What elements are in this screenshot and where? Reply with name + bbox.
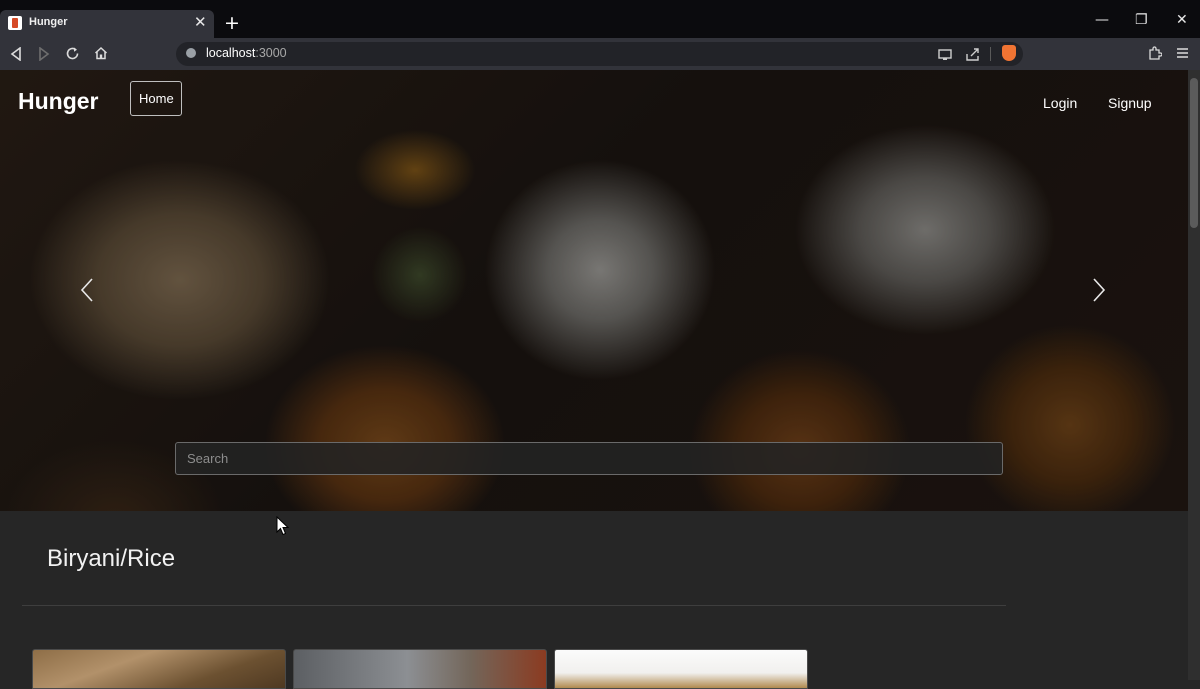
browser-toolbar: localhost:3000 bbox=[0, 38, 1200, 70]
favicon-icon bbox=[8, 16, 22, 30]
scrollbar-thumb[interactable] bbox=[1190, 78, 1198, 228]
browser-tab[interactable]: Hunger ✕ bbox=[0, 10, 214, 38]
browser-titlebar: Hunger ✕ + — ❐ ✕ bbox=[0, 0, 1200, 38]
reload-icon[interactable] bbox=[65, 46, 80, 61]
hero-carousel: Hunger Home Login Signup bbox=[0, 70, 1188, 511]
section-divider bbox=[22, 605, 1006, 606]
site-info-icon[interactable] bbox=[186, 48, 196, 58]
back-icon[interactable] bbox=[10, 47, 22, 61]
food-card[interactable] bbox=[32, 649, 286, 689]
url-port: :3000 bbox=[255, 46, 287, 60]
window-close-icon[interactable]: ✕ bbox=[1176, 12, 1188, 28]
category-title: Biryani/Rice bbox=[47, 545, 176, 572]
nav-home-label: Home bbox=[139, 91, 174, 106]
home-icon[interactable] bbox=[94, 46, 108, 60]
restore-icon[interactable]: ❐ bbox=[1135, 12, 1148, 28]
new-tab-button[interactable]: + bbox=[224, 12, 240, 34]
carousel-next-icon[interactable] bbox=[1088, 276, 1110, 304]
brand-logo[interactable]: Hunger bbox=[18, 88, 99, 115]
tab-title: Hunger bbox=[29, 16, 68, 28]
forward-icon[interactable] bbox=[38, 47, 50, 61]
brave-shields-icon[interactable] bbox=[1002, 45, 1016, 61]
carousel-prev-icon[interactable] bbox=[76, 276, 98, 304]
url-text: localhost:3000 bbox=[206, 46, 287, 60]
nav-signup-link[interactable]: Signup bbox=[1108, 95, 1152, 111]
menu-icon[interactable] bbox=[1176, 47, 1189, 59]
share-icon[interactable] bbox=[966, 48, 980, 61]
mouse-cursor-icon bbox=[276, 516, 290, 536]
url-host: localhost bbox=[206, 46, 256, 60]
minimize-icon[interactable]: — bbox=[1095, 12, 1109, 28]
search-input[interactable] bbox=[175, 442, 1003, 475]
extensions-icon[interactable] bbox=[1148, 46, 1162, 60]
nav-home-button[interactable]: Home bbox=[130, 81, 182, 116]
toolbar-divider bbox=[990, 47, 991, 61]
nav-login-link[interactable]: Login bbox=[1043, 95, 1077, 111]
tab-close-icon[interactable]: ✕ bbox=[194, 13, 207, 31]
food-card[interactable] bbox=[293, 649, 547, 689]
cast-icon[interactable] bbox=[938, 49, 952, 60]
food-card[interactable] bbox=[554, 649, 808, 689]
address-bar[interactable]: localhost:3000 bbox=[176, 42, 1023, 66]
